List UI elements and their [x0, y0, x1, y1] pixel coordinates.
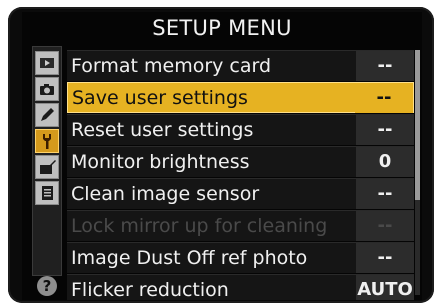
menu-item-value: 0: [356, 147, 414, 177]
menu-item-lock-mirror-up: Lock mirror up for cleaning --: [67, 210, 414, 241]
tab-recent-settings[interactable]: [35, 181, 59, 205]
menu-item-label: Format memory card: [71, 55, 272, 77]
menu-item-clean-image-sensor[interactable]: Clean image sensor --: [67, 178, 414, 209]
retouch-icon: [40, 160, 56, 174]
recent-settings-icon: [42, 186, 53, 200]
menu-item-value: --: [355, 83, 413, 113]
menu-item-monitor-brightness[interactable]: Monitor brightness 0: [67, 146, 414, 177]
menu-item-label: Monitor brightness: [71, 151, 250, 173]
menu-scrollbar[interactable]: [415, 50, 420, 295]
tab-retouch[interactable]: [35, 155, 59, 179]
menu-item-label: Save user settings: [72, 87, 248, 109]
menu-list: Format memory card -- Save user settings…: [67, 50, 414, 300]
menu-item-reset-user-settings[interactable]: Reset user settings --: [67, 114, 414, 145]
menu-item-format-memory-card[interactable]: Format memory card --: [67, 50, 414, 81]
menu-item-value: --: [356, 51, 414, 81]
menu-item-label: Lock mirror up for cleaning: [71, 215, 328, 237]
tab-shooting[interactable]: [35, 77, 59, 101]
menu-item-value: --: [356, 243, 414, 273]
tab-custom-settings[interactable]: [35, 103, 59, 127]
menu-item-value: --: [356, 179, 414, 209]
menu-title: SETUP MENU: [152, 16, 292, 40]
menu-item-label: Flicker reduction: [71, 279, 229, 300]
menu-item-label: Image Dust Off ref photo: [71, 247, 308, 269]
camera-screen: SETUP MENU ? Format memory card -- Save …: [22, 12, 422, 300]
menu-item-image-dust-off[interactable]: Image Dust Off ref photo --: [67, 242, 414, 273]
pencil-icon: [41, 108, 54, 121]
tab-playback[interactable]: [35, 51, 59, 75]
camera-icon: [40, 84, 54, 95]
menu-item-save-user-settings[interactable]: Save user settings --: [67, 82, 414, 113]
menu-item-label: Clean image sensor: [71, 183, 260, 205]
menu-item-value: --: [356, 211, 414, 241]
menu-item-label: Reset user settings: [71, 119, 254, 141]
tab-setup[interactable]: [35, 129, 59, 153]
wrench-icon: [43, 134, 51, 149]
menu-item-flicker-reduction[interactable]: Flicker reduction AUTO: [67, 274, 414, 300]
help-icon[interactable]: ?: [37, 276, 57, 296]
menu-item-value: --: [356, 115, 414, 145]
menu-sidebar: [32, 46, 62, 276]
scrollbar-thumb[interactable]: [415, 50, 420, 200]
menu-item-value: AUTO: [356, 275, 414, 300]
playback-icon: [40, 58, 54, 68]
